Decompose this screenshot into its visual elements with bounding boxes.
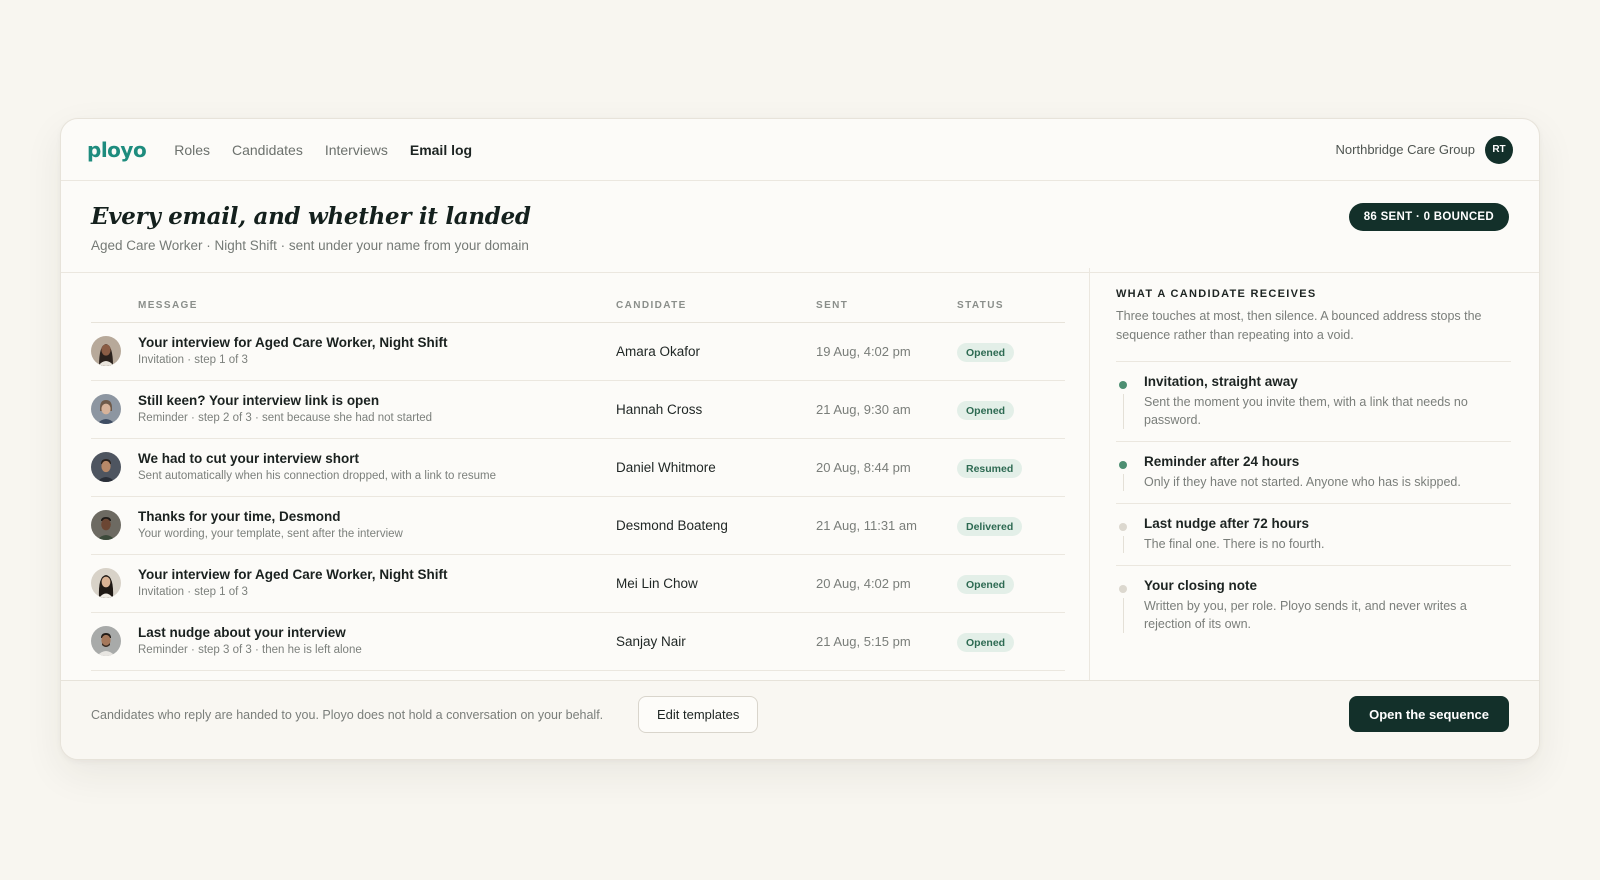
step-title: Reminder after 24 hours bbox=[1144, 453, 1300, 469]
footer-note: Candidates who reply are handed to you. … bbox=[91, 708, 604, 722]
candidate-name: Sanjay Nair bbox=[616, 634, 686, 649]
step-description: The final one. There is no fourth. bbox=[1144, 536, 1325, 551]
status-badge: Opened bbox=[957, 401, 1015, 420]
top-nav: ployo Roles Candidates Interviews Email … bbox=[61, 119, 1539, 181]
message-meta: Sent automatically when his connection d… bbox=[138, 470, 496, 482]
card-footer: Candidates who reply are handed to you. … bbox=[61, 680, 1539, 759]
user-avatar[interactable]: RT bbox=[1485, 135, 1513, 164]
sent-time: 20 Aug, 4:02 pm bbox=[816, 576, 911, 591]
message-meta: Invitation · step 1 of 3 bbox=[138, 354, 248, 366]
nav-candidates[interactable]: Candidates bbox=[232, 142, 303, 158]
status-badge: Delivered bbox=[957, 517, 1023, 536]
candidate-avatar bbox=[91, 626, 121, 656]
sent-time: 21 Aug, 11:31 am bbox=[816, 518, 917, 533]
sequence-step: Invitation, straight away Sent the momen… bbox=[1116, 362, 1511, 442]
column-header-message: MESSAGE bbox=[138, 300, 198, 311]
status-badge: Opened bbox=[957, 575, 1015, 594]
table-row[interactable]: Still keen? Your interview link is open … bbox=[91, 381, 1065, 439]
candidate-name: Amara Okafor bbox=[616, 344, 701, 359]
page-header: Every email, and whether it landed Aged … bbox=[61, 181, 1539, 273]
table-row[interactable]: We had to cut your interview short Sent … bbox=[91, 439, 1065, 497]
candidate-avatar bbox=[91, 568, 121, 598]
status-badge: Opened bbox=[957, 343, 1015, 362]
sent-bounced-badge: 86 SENT · 0 BOUNCED bbox=[1348, 203, 1509, 231]
ployo-logo[interactable]: ployo bbox=[87, 138, 147, 162]
message-title: Still keen? Your interview link is open bbox=[138, 393, 380, 408]
table-row[interactable]: Thanks for your time, Desmond Your wordi… bbox=[91, 497, 1065, 555]
org-name: Northbridge Care Group bbox=[1335, 142, 1475, 157]
open-sequence-button[interactable]: Open the sequence bbox=[1349, 696, 1509, 732]
message-title: We had to cut your interview short bbox=[138, 451, 360, 466]
message-title: Thanks for your time, Desmond bbox=[138, 509, 341, 524]
sent-time: 19 Aug, 4:02 pm bbox=[816, 344, 911, 359]
step-title: Your closing note bbox=[1144, 578, 1258, 593]
sent-time: 20 Aug, 8:44 pm bbox=[816, 460, 911, 475]
candidate-name: Hannah Cross bbox=[616, 402, 703, 417]
step-done-dot-icon bbox=[1119, 460, 1127, 469]
candidate-name: Mei Lin Chow bbox=[616, 576, 698, 591]
step-connector bbox=[1123, 598, 1124, 634]
message-meta: Your wording, your template, sent after … bbox=[138, 528, 403, 540]
step-pending-dot-icon bbox=[1119, 522, 1127, 531]
message-title: Last nudge about your interview bbox=[138, 625, 346, 640]
sequence-heading: WHAT A CANDIDATE RECEIVES bbox=[1116, 288, 1317, 300]
step-description: Written by you, per role. Ployo sends it… bbox=[1144, 599, 1467, 632]
table-row[interactable]: Last nudge about your interview Reminder… bbox=[91, 613, 1065, 671]
step-connector bbox=[1123, 473, 1124, 491]
candidate-avatar bbox=[91, 510, 121, 540]
message-title: Your interview for Aged Care Worker, Nig… bbox=[138, 567, 448, 582]
sent-time: 21 Aug, 5:15 pm bbox=[816, 634, 911, 649]
candidate-avatar bbox=[91, 336, 121, 366]
candidate-avatar bbox=[91, 394, 121, 424]
candidate-name: Desmond Boateng bbox=[616, 518, 728, 533]
message-title: Your interview for Aged Care Worker, Nig… bbox=[138, 335, 448, 350]
candidate-name: Daniel Whitmore bbox=[616, 460, 716, 475]
message-meta: Invitation · step 1 of 3 bbox=[138, 586, 248, 598]
sequence-panel: WHAT A CANDIDATE RECEIVES Three touches … bbox=[1089, 268, 1539, 680]
step-title: Invitation, straight away bbox=[1144, 373, 1298, 389]
column-header-candidate: CANDIDATE bbox=[616, 300, 687, 311]
nav-roles[interactable]: Roles bbox=[174, 142, 210, 158]
step-connector bbox=[1123, 535, 1124, 553]
message-meta: Reminder · step 3 of 3 · then he is left… bbox=[138, 644, 362, 656]
sequence-description: Three touches at most, then silence. A b… bbox=[1116, 307, 1511, 362]
candidate-avatar bbox=[91, 452, 121, 482]
sequence-step: Last nudge after 72 hours The final one.… bbox=[1116, 504, 1511, 566]
status-badge: Opened bbox=[957, 633, 1015, 652]
step-description: Only if they have not started. Anyone wh… bbox=[1144, 474, 1461, 489]
table-header: MESSAGE CANDIDATE SENT STATUS bbox=[91, 273, 1065, 323]
page-subtitle: Aged Care Worker · Night Shift · sent un… bbox=[91, 238, 529, 253]
table-row[interactable]: Your interview for Aged Care Worker, Nig… bbox=[91, 323, 1065, 381]
nav-email-log[interactable]: Email log bbox=[410, 142, 472, 158]
table-row[interactable]: Your interview for Aged Care Worker, Nig… bbox=[91, 555, 1065, 613]
email-log-card: ployo Roles Candidates Interviews Email … bbox=[60, 118, 1540, 760]
step-pending-dot-icon bbox=[1119, 585, 1127, 593]
nav-interviews[interactable]: Interviews bbox=[325, 142, 388, 158]
sequence-step: Reminder after 24 hours Only if they hav… bbox=[1116, 442, 1511, 504]
nav-account: Northbridge Care Group RT bbox=[1335, 135, 1513, 164]
email-table: MESSAGE CANDIDATE SENT STATUS Your inter… bbox=[91, 273, 1065, 681]
step-title: Last nudge after 72 hours bbox=[1144, 515, 1310, 531]
sequence-step: Your closing note Written by you, per ro… bbox=[1116, 566, 1511, 645]
step-done-dot-icon bbox=[1119, 380, 1127, 389]
status-badge: Resumed bbox=[957, 459, 1023, 478]
column-header-sent: SENT bbox=[816, 300, 849, 311]
step-description: Sent the moment you invite them, with a … bbox=[1144, 394, 1468, 427]
edit-templates-button[interactable]: Edit templates bbox=[638, 696, 759, 733]
column-header-status: STATUS bbox=[957, 300, 1004, 311]
step-connector bbox=[1123, 393, 1124, 429]
sent-time: 21 Aug, 9:30 am bbox=[816, 402, 911, 417]
message-meta: Reminder · step 2 of 3 · sent because sh… bbox=[138, 412, 433, 424]
page-title: Every email, and whether it landed bbox=[91, 203, 531, 230]
